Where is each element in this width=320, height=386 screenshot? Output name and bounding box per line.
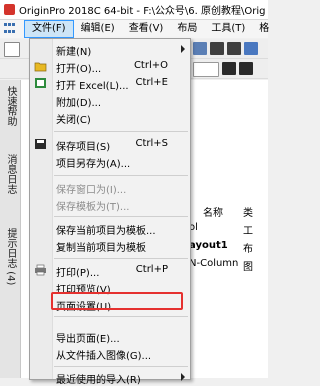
menu-layout[interactable]: 布局: [170, 20, 204, 38]
excel-icon: [34, 77, 47, 89]
menu-item-export-page[interactable]: 导出页面(E)...: [30, 328, 190, 345]
project-row-1-type: 工: [243, 226, 253, 237]
toolbar-save-template-icon[interactable]: [227, 42, 241, 55]
tab-hint-log[interactable]: 提示日志 (4): [2, 228, 18, 285]
menu-tools[interactable]: 工具(T): [204, 20, 252, 38]
toolbar-save-icon[interactable]: [210, 42, 224, 55]
save-icon: [34, 138, 47, 150]
menu-item-insert-image-from-file[interactable]: 从文件插入图像(G)...: [30, 345, 190, 362]
window-title: OriginPro 2018C 64-bit - F:\公众号\6. 原创教程\…: [19, 6, 266, 17]
menu-item-save-project[interactable]: 保存项目(S) Ctrl+S: [30, 136, 190, 153]
bold-icon[interactable]: [222, 62, 236, 75]
open-folder-icon: [34, 60, 47, 72]
font-size-field[interactable]: [193, 62, 219, 77]
col-header-type[interactable]: 类: [243, 204, 253, 219]
menu-separator: [54, 131, 188, 132]
menu-file[interactable]: 文件(F): [24, 20, 74, 38]
menu-item-save-project-as[interactable]: 项目另存为(A)...: [30, 153, 190, 170]
side-tab-bar: 快速帮助 消息日志 提示日志 (4): [0, 80, 21, 378]
menu-item-save-project-as-template[interactable]: 保存当前项目为模板...: [30, 220, 190, 237]
menu-view[interactable]: 查看(V): [122, 20, 171, 38]
toolbar-tool-icon[interactable]: [193, 42, 207, 55]
project-row-3[interactable]: N-Column: [189, 258, 238, 269]
menu-bar: 文件(F) 编辑(E) 查看(V) 布局 工具(T) 格: [0, 20, 269, 38]
file-menu-dropdown: 新建(N) 打开(O)... Ctrl+O 打开 Excel(L)... Ctr…: [29, 38, 191, 386]
menu-item-print[interactable]: 打印(P)... Ctrl+P: [30, 262, 190, 279]
col-header-name[interactable]: 名称: [203, 204, 223, 219]
menu-separator: [54, 366, 188, 367]
menu-separator: [54, 175, 188, 176]
menu-separator: [54, 216, 188, 217]
new-file-icon[interactable]: [4, 42, 20, 57]
project-row-2[interactable]: ayout1: [189, 240, 228, 251]
menu-item-save-template-as: 保存模板为(T)...: [56, 202, 130, 213]
menu-item-open-excel[interactable]: 打开 Excel(L)... Ctrl+E: [30, 75, 190, 92]
menu-item-append[interactable]: 附加(D)...: [30, 92, 190, 109]
menu-item-close[interactable]: 关闭(C): [30, 109, 190, 126]
italic-icon[interactable]: [239, 62, 253, 75]
menu-item-save-window-as: 保存窗口为(I)...: [56, 185, 127, 196]
menu-separator: [54, 258, 188, 259]
menu-item-open[interactable]: 打开(O)... Ctrl+O: [30, 58, 190, 75]
export-page-highlight-box: [51, 292, 183, 310]
tab-quick-help[interactable]: 快速帮助: [2, 86, 18, 126]
menu-item-new[interactable]: 新建(N): [30, 41, 190, 58]
tab-message-log[interactable]: 消息日志: [2, 154, 18, 194]
menu-format[interactable]: 格: [252, 20, 276, 38]
menu-item-duplicate-project-as-template[interactable]: 复制当前项目为模板: [30, 237, 190, 254]
window-menu-icon[interactable]: [4, 23, 18, 35]
menu-edit[interactable]: 编辑(E): [74, 20, 122, 38]
title-bar: OriginPro 2018C 64-bit - F:\公众号\6. 原创教程\…: [0, 0, 268, 20]
printer-icon: [34, 264, 47, 276]
toolbar-window-icon[interactable]: [244, 42, 258, 55]
submenu-arrow-icon: [181, 45, 185, 53]
app-logo-icon: [4, 4, 15, 15]
project-row-3-type: 图: [243, 262, 253, 273]
menu-separator: [54, 316, 188, 317]
submenu-arrow-icon: [181, 373, 185, 381]
project-row-2-type: 布: [243, 244, 253, 255]
